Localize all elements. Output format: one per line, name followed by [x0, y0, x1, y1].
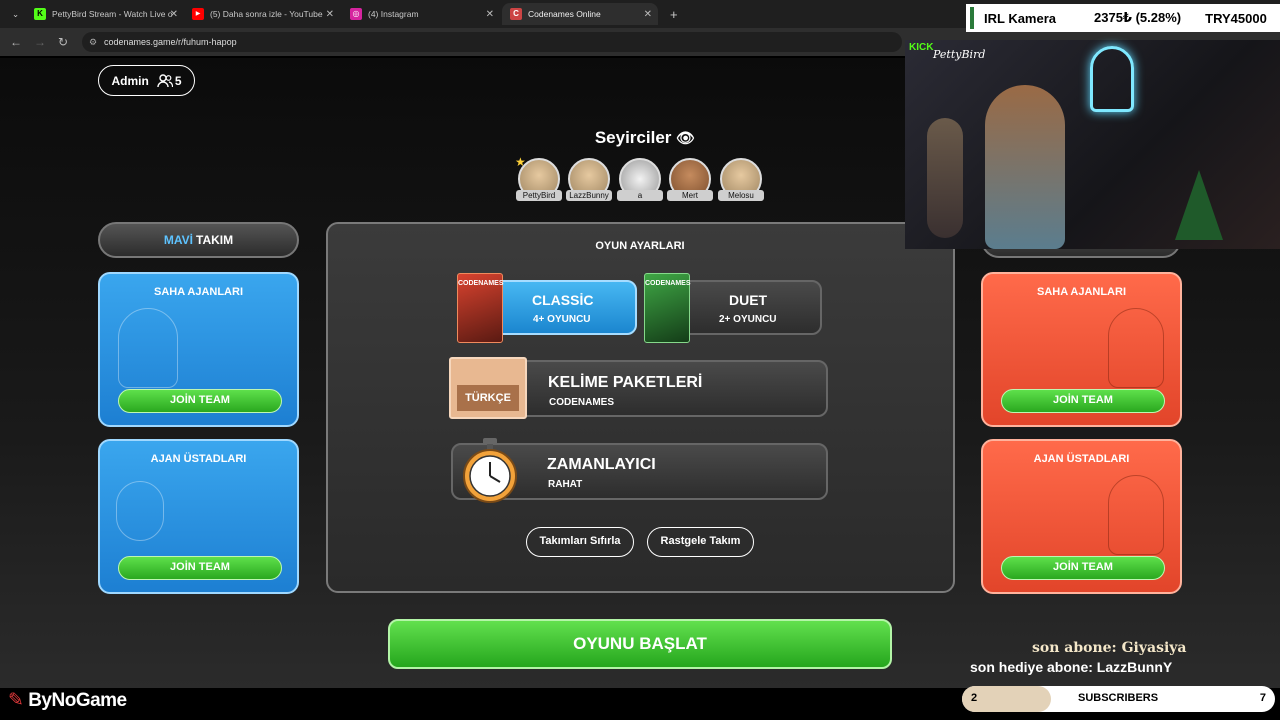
new-tab-icon[interactable]: +: [662, 3, 686, 25]
tab-list-chevron-icon[interactable]: ⌄: [4, 3, 24, 25]
bynogame-logo: ✎ ByNoGame: [8, 690, 127, 711]
tab-kick[interactable]: K PettyBird Stream - Watch Live o ✕: [26, 3, 184, 25]
forward-icon[interactable]: →: [34, 35, 46, 49]
url-input[interactable]: ⚙ codenames.game/r/fuhum-hapop: [82, 32, 902, 52]
bynogame-logo-mark: ✎: [8, 690, 24, 711]
join-blue-operatives-button[interactable]: JOİN TEAM: [118, 389, 282, 413]
classic-box-art: CODENAMES: [457, 273, 504, 343]
language-badge: TÜRKÇE: [449, 357, 527, 419]
blue-spymasters-card: AJAN ÜSTADLARI JOİN TEAM: [98, 439, 299, 594]
close-tab-icon[interactable]: ✕: [486, 9, 494, 20]
close-tab-icon[interactable]: ✕: [170, 9, 178, 20]
close-tab-icon[interactable]: ✕: [326, 9, 334, 20]
codenames-icon: C: [510, 8, 522, 20]
reload-icon[interactable]: ↻: [58, 35, 68, 49]
spectator-avatar[interactable]: Melosu: [718, 158, 764, 201]
join-red-operatives-button[interactable]: JOİN TEAM: [1001, 389, 1165, 413]
spectators-title: Seyirciler 👁: [594, 128, 696, 147]
spymaster-illustration: [116, 481, 164, 541]
irl-donation-goal: IRL Kamera 2375₺ (5.28%) TRY45000: [966, 4, 1280, 32]
christmas-tree: [1175, 170, 1223, 240]
spectator-avatar[interactable]: LazzBunny: [566, 158, 612, 201]
tab-instagram[interactable]: ◎ (4) Instagram ✕: [342, 3, 500, 25]
last-subscriber: son abone: Giyasiya: [1032, 640, 1187, 656]
start-game-button[interactable]: OYUNU BAŞLAT: [388, 619, 892, 669]
spectator-avatar[interactable]: a: [617, 158, 663, 201]
admin-button[interactable]: Admin 5: [98, 65, 195, 96]
red-spymasters-card: AJAN ÜSTADLARI JOİN TEAM: [981, 439, 1182, 594]
streamer-name: PettyBird: [933, 48, 986, 61]
guitar: [927, 118, 963, 238]
blue-team-header: MAVİ TAKIM: [98, 222, 299, 258]
random-teams-button[interactable]: Rastgele Takım: [647, 527, 754, 557]
streamer-silhouette: [985, 85, 1065, 249]
spectator-avatar[interactable]: PettyBird: [516, 158, 562, 201]
close-tab-icon[interactable]: ✕: [644, 9, 652, 20]
instagram-icon: ◎: [350, 8, 362, 20]
players-icon: 5: [157, 74, 182, 88]
kick-logo: KICK: [909, 42, 934, 53]
site-info-icon: ⚙: [89, 37, 98, 47]
last-gift-subscriber: son hediye abone: LazzBunnY: [970, 659, 1173, 675]
kick-icon: K: [34, 8, 46, 20]
operative-illustration: [118, 308, 178, 388]
tab-codenames[interactable]: C Codenames Online ✕: [502, 3, 658, 25]
youtube-icon: ▶: [192, 8, 204, 20]
neon-sign: [1090, 46, 1134, 112]
join-blue-spymasters-button[interactable]: JOİN TEAM: [118, 556, 282, 580]
spectator-avatar[interactable]: Mert: [667, 158, 713, 201]
back-icon[interactable]: ←: [10, 35, 22, 49]
settings-title: OYUN AYARLARI: [595, 240, 685, 252]
blue-operatives-card: SAHA AJANLARI JOİN TEAM: [98, 272, 299, 427]
duet-box-art: CODENAMES: [644, 273, 691, 343]
stopwatch-icon: [461, 438, 519, 504]
subscriber-goal: 2 SUBSCRIBERS 7: [962, 686, 1275, 712]
tab-youtube[interactable]: ▶ (5) Daha sonra izle - YouTube ✕: [184, 3, 340, 25]
eye-icon: 👁: [676, 130, 696, 147]
join-red-spymasters-button[interactable]: JOİN TEAM: [1001, 556, 1165, 580]
red-operatives-card: SAHA AJANLARI JOİN TEAM: [981, 272, 1182, 427]
reset-teams-button[interactable]: Takımları Sıfırla: [526, 527, 634, 557]
spymaster-illustration: [1108, 475, 1164, 555]
operative-illustration: [1108, 308, 1164, 388]
webcam-feed: KICK PettyBird: [905, 40, 1280, 249]
